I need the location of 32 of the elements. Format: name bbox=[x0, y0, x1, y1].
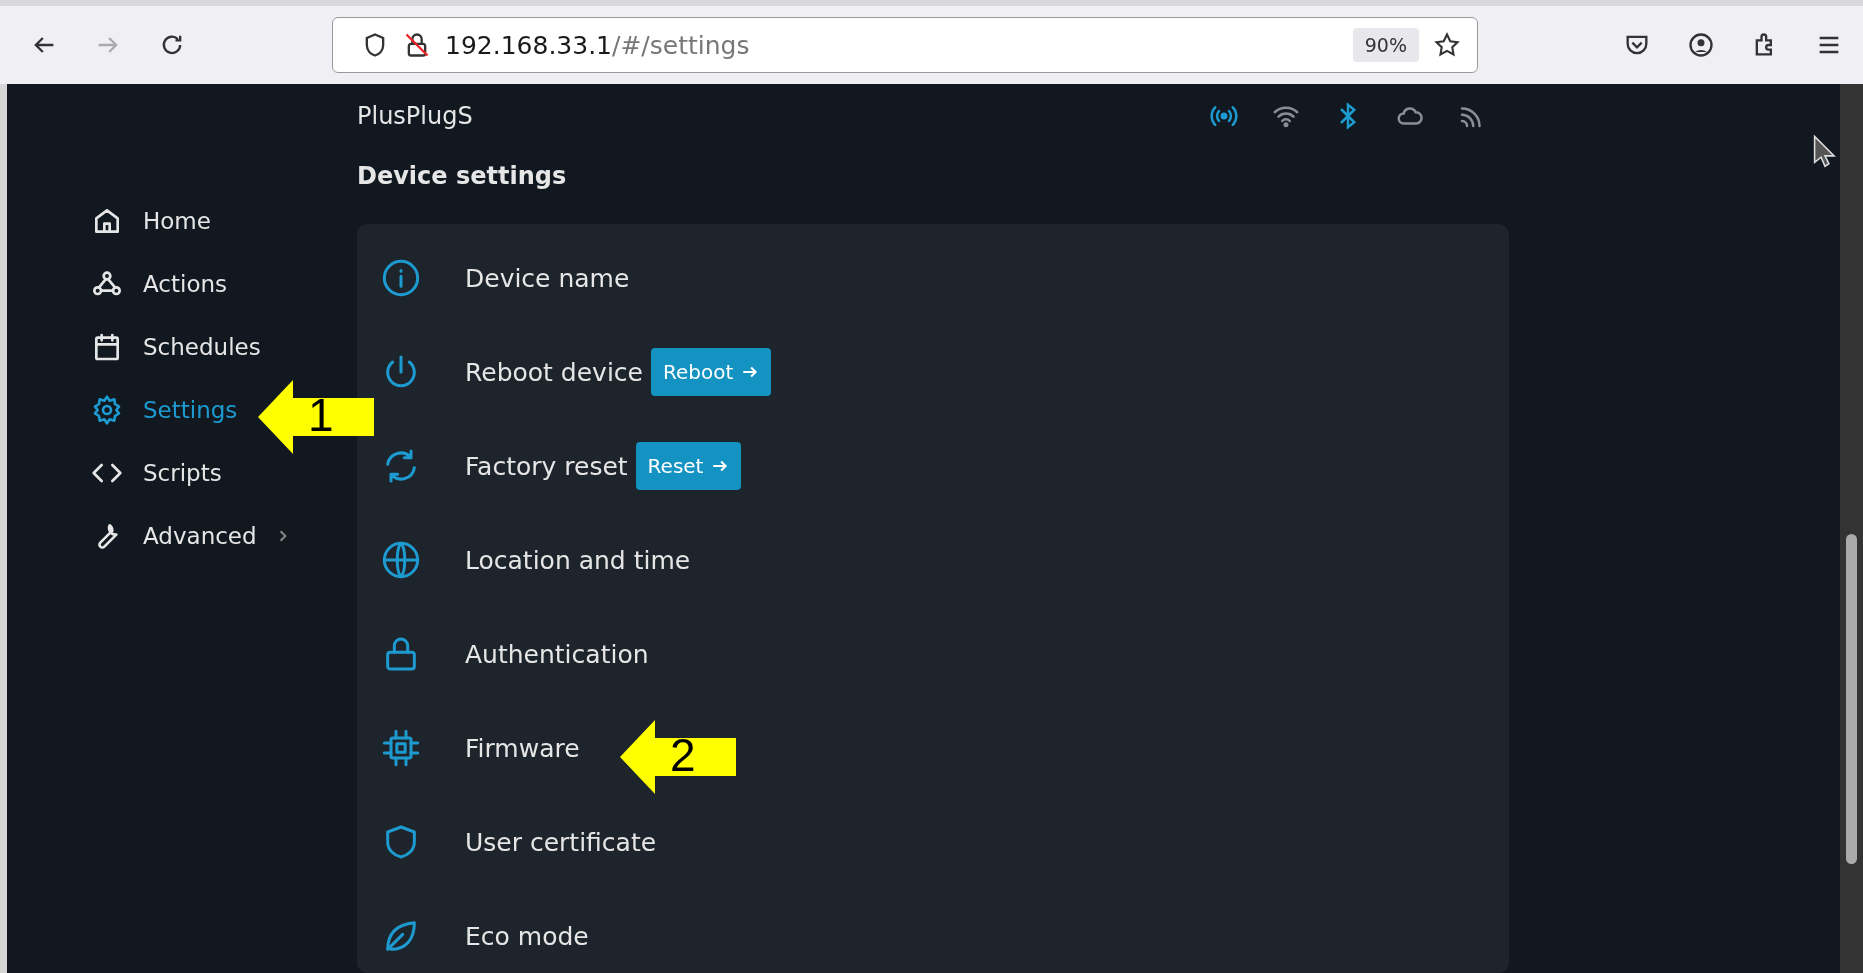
account-icon[interactable] bbox=[1687, 31, 1715, 59]
setting-label[interactable]: Eco mode bbox=[465, 921, 589, 951]
scrollbar-thumb[interactable] bbox=[1846, 534, 1857, 864]
setting-label[interactable]: Device name bbox=[465, 263, 630, 293]
callout-arrow: 2 bbox=[620, 720, 736, 794]
star-icon[interactable] bbox=[1433, 31, 1461, 59]
chip-icon bbox=[381, 728, 421, 768]
setting-label[interactable]: Authentication bbox=[465, 639, 649, 669]
url-text: 192.168.33.1/#/settings bbox=[445, 30, 751, 60]
address-bar[interactable]: 192.168.33.1/#/settings 90% bbox=[332, 17, 1478, 73]
sidebar-item[interactable]: Scripts bbox=[91, 456, 222, 490]
zoom-level[interactable]: 90% bbox=[1352, 28, 1419, 62]
setting-label[interactable]: Firmware bbox=[465, 733, 580, 763]
action-button[interactable]: Reset bbox=[635, 442, 742, 490]
setting-label[interactable]: Location and time bbox=[465, 545, 691, 575]
info-icon bbox=[381, 258, 421, 298]
setting-label[interactable]: User certificate bbox=[465, 827, 657, 857]
scrollbar[interactable] bbox=[1840, 84, 1863, 973]
settings-icon bbox=[91, 394, 123, 426]
setting-label[interactable]: Factory reset bbox=[465, 451, 628, 481]
sidebar-item[interactable]: Schedules bbox=[91, 330, 261, 364]
sidebar-item[interactable]: Home bbox=[91, 204, 211, 238]
action-button[interactable]: Reboot bbox=[650, 348, 772, 396]
sidebar-item[interactable]: Settings bbox=[91, 393, 238, 427]
callout-arrow: 1 bbox=[258, 380, 374, 454]
sidebar-item[interactable]: Actions bbox=[91, 267, 227, 301]
setting-label[interactable]: Reboot device bbox=[465, 357, 643, 387]
device-name: PlusPlugS bbox=[357, 102, 473, 130]
insecure-lock-icon[interactable] bbox=[403, 31, 431, 59]
sidebar-item[interactable]: Advanced bbox=[91, 519, 289, 553]
page-title: Device settings bbox=[357, 162, 568, 190]
globe-icon bbox=[381, 540, 421, 580]
